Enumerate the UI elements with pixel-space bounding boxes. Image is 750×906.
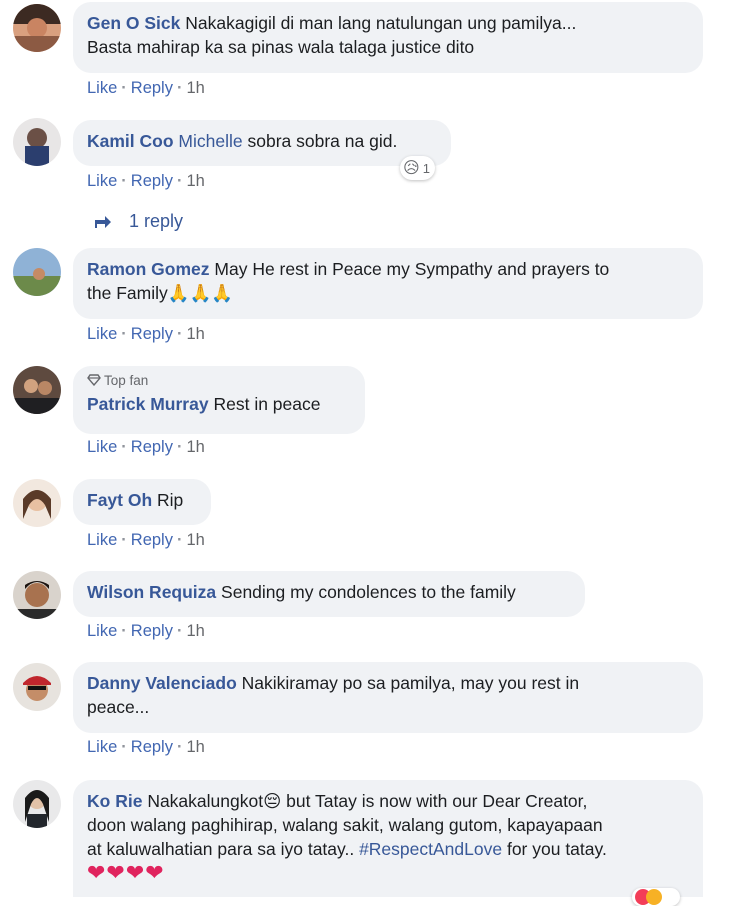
comment-author[interactable]: Wilson Requiza <box>87 582 216 602</box>
reply-link[interactable]: Reply <box>131 325 173 343</box>
comment-author[interactable]: Patrick Murray <box>87 394 209 414</box>
avatar[interactable] <box>13 479 61 527</box>
like-link[interactable]: Like <box>87 438 117 456</box>
comment-text: at kaluwalhatian para sa iyo tatay.. <box>87 839 360 859</box>
top-fan-badge[interactable]: Top fan <box>87 373 351 389</box>
comment-text: Sending my condolences to the family <box>221 582 516 602</box>
comment-bubble: Ko Rie Nakakalungkot😔 but Tatay is now w… <box>73 780 703 897</box>
reply-link[interactable]: Reply <box>131 622 173 640</box>
comment-actions: Like · Reply · 1h <box>87 738 205 756</box>
comment-time[interactable]: 1h <box>186 325 204 343</box>
comment-text: for you tatay. <box>502 839 607 859</box>
comment-author[interactable]: Ko Rie <box>87 791 142 811</box>
comment-text: Rest in peace <box>213 394 321 414</box>
comment-bubble: Fayt Oh Rip <box>73 479 211 525</box>
comment-time[interactable]: 1h <box>186 79 204 97</box>
comment-time[interactable]: 1h <box>186 531 204 549</box>
comment-author[interactable]: Danny Valenciado <box>87 673 237 693</box>
comment-actions: Like · Reply · 1h <box>87 531 205 549</box>
reply-link[interactable]: Reply <box>131 79 173 97</box>
comment-actions: Like · Reply · 1h <box>87 79 205 97</box>
comment-author[interactable]: Gen O Sick <box>87 13 180 33</box>
reaction-summary[interactable] <box>632 888 680 906</box>
like-link[interactable]: Like <box>87 172 117 190</box>
comment-bubble: Ramon Gomez May He rest in Peace my Symp… <box>73 248 703 319</box>
avatar[interactable] <box>13 248 61 296</box>
avatar[interactable] <box>13 366 61 414</box>
comment-bubble: Wilson Requiza Sending my condolences to… <box>73 571 585 617</box>
hearts-emoji: ❤❤❤❤ <box>87 860 165 885</box>
comment-text: Nakakalungkot😔 but Tatay is now with our… <box>147 791 588 811</box>
comment-time[interactable]: 1h <box>186 622 204 640</box>
reaction-count: 1 <box>422 160 430 176</box>
comment-text: Nakikiramay po sa pamilya, may you rest … <box>241 673 580 693</box>
comment-author[interactable]: Kamil Coo <box>87 131 174 151</box>
avatar[interactable] <box>13 4 61 52</box>
like-link[interactable]: Like <box>87 622 117 640</box>
haha-reaction-icon <box>646 889 662 905</box>
comment-text: peace... <box>87 697 150 717</box>
avatar[interactable] <box>13 780 61 828</box>
comment-actions: Like · Reply · 1h <box>87 325 205 343</box>
comment-text: Rip <box>157 490 184 510</box>
comment-bubble: Danny Valenciado Nakikiramay po sa pamil… <box>73 662 703 733</box>
comment-time[interactable]: 1h <box>186 438 204 456</box>
comment-actions: Like · Reply · 1h <box>87 438 205 456</box>
avatar[interactable] <box>13 663 61 711</box>
like-link[interactable]: Like <box>87 325 117 343</box>
reply-link[interactable]: Reply <box>131 438 173 456</box>
sad-reaction-icon: 😥 <box>403 160 420 177</box>
comment-bubble: Kamil Coo Michelle sobra sobra na gid. <box>73 120 451 166</box>
view-replies-link[interactable]: 1 reply <box>93 211 183 232</box>
reply-link[interactable]: Reply <box>131 738 173 756</box>
comment-text: sobra sobra na gid. <box>247 131 398 151</box>
comment-text: May He rest in Peace my Sympathy and pra… <box>214 259 610 279</box>
comment-bubble: Top fan Patrick Murray Rest in peace <box>73 366 365 434</box>
reaction-summary[interactable]: 😥 1 <box>400 156 435 180</box>
avatar[interactable] <box>13 571 61 619</box>
replies-count: 1 reply <box>129 211 184 231</box>
comment-text: Nakakagigil di man lang natulungan ung p… <box>185 13 577 33</box>
diamond-icon <box>87 374 101 387</box>
comment-actions: Like · Reply · 1h <box>87 172 205 190</box>
like-link[interactable]: Like <box>87 79 117 97</box>
like-link[interactable]: Like <box>87 531 117 549</box>
comment-author[interactable]: Fayt Oh <box>87 490 152 510</box>
mention-link[interactable]: Michelle <box>178 131 242 151</box>
reply-arrow-icon <box>95 216 111 229</box>
like-link[interactable]: Like <box>87 738 117 756</box>
comment-time[interactable]: 1h <box>186 172 204 190</box>
reply-link[interactable]: Reply <box>131 172 173 190</box>
reply-link[interactable]: Reply <box>131 531 173 549</box>
hashtag-link[interactable]: #RespectAndLove <box>359 839 502 859</box>
comment-time[interactable]: 1h <box>186 738 204 756</box>
comment-bubble: Gen O Sick Nakakagigil di man lang natul… <box>73 2 703 73</box>
comment-actions: Like · Reply · 1h <box>87 622 205 640</box>
avatar[interactable] <box>13 118 61 166</box>
comment-text: doon walang paghihirap, walang sakit, wa… <box>87 815 603 835</box>
comment-author[interactable]: Ramon Gomez <box>87 259 210 279</box>
comment-text: Basta mahirap ka sa pinas wala talaga ju… <box>87 37 475 57</box>
comment-text: the Family🙏🙏🙏 <box>87 283 234 303</box>
